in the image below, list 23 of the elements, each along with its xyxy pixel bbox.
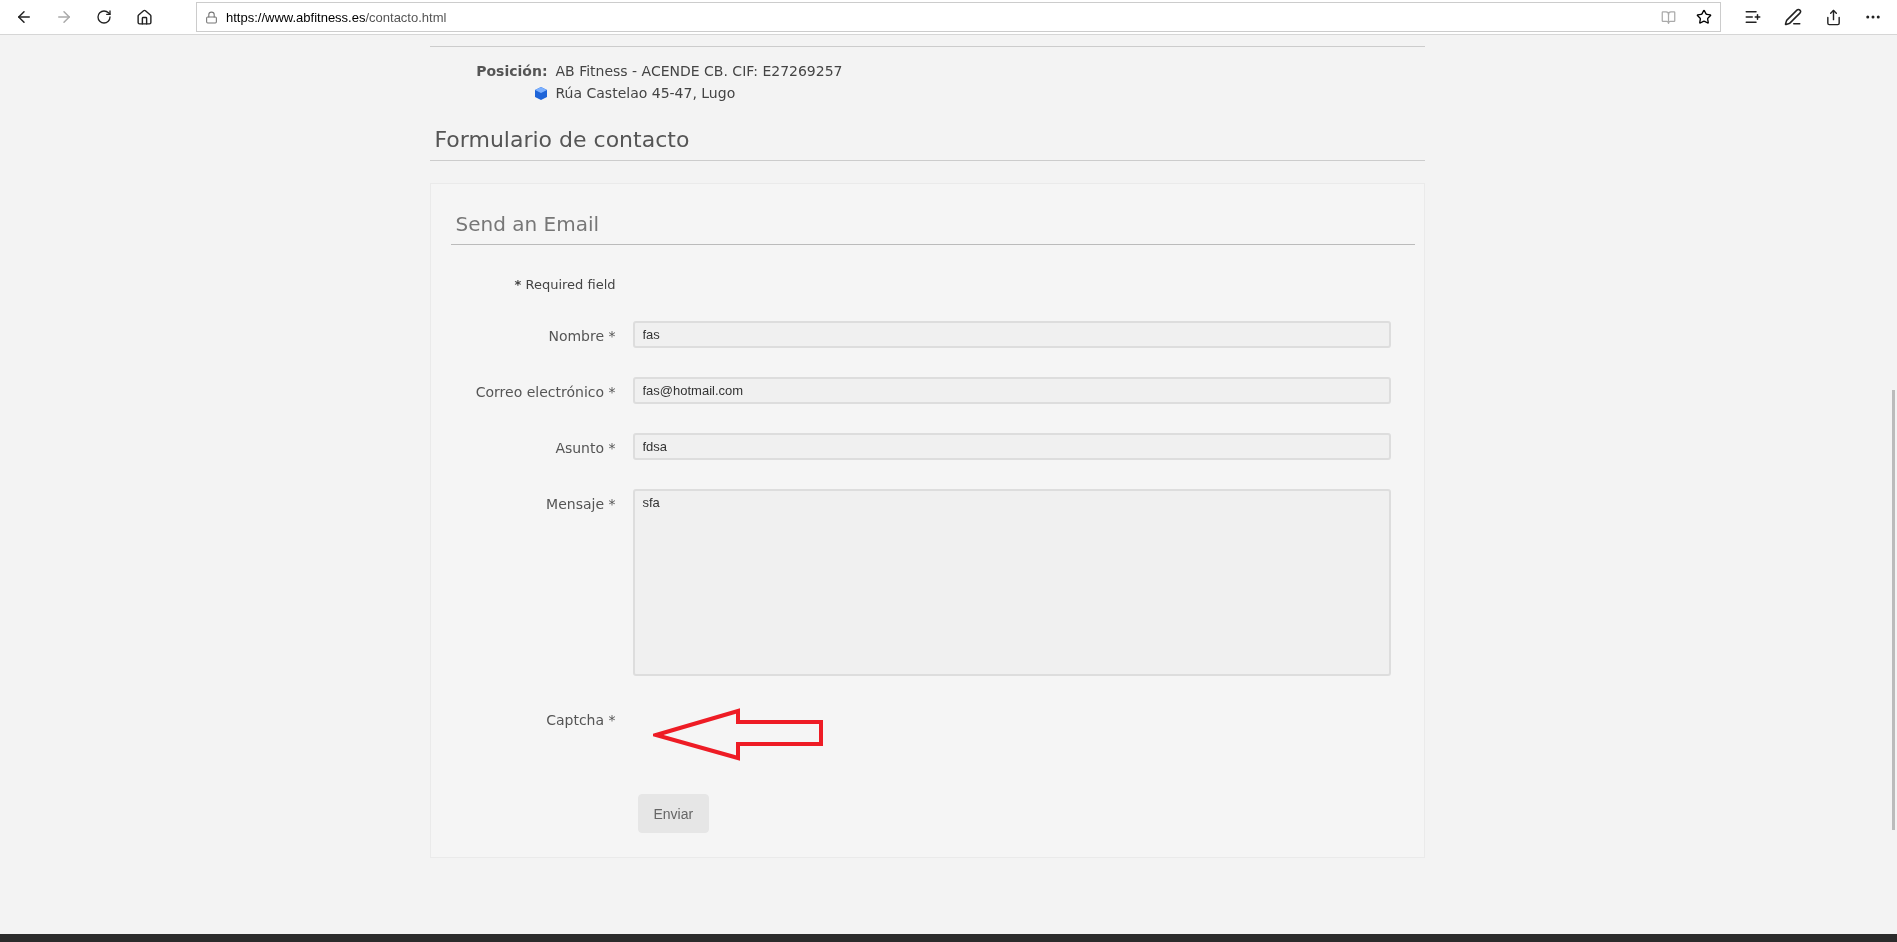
- field-label: Correo electrónico *: [474, 383, 616, 400]
- lock-icon: [205, 10, 218, 24]
- forward-arrow-icon: [55, 8, 73, 26]
- info-label: Posición:: [475, 63, 548, 79]
- text-field[interactable]: fdsa: [632, 433, 1391, 460]
- company-info: AB Fitness - ACENDE CB. CIF: E27269257: [555, 63, 844, 79]
- scrollbar-thumb[interactable]: [1892, 390, 1895, 830]
- text-field[interactable]: fas: [632, 321, 1391, 348]
- refresh-icon: [96, 9, 112, 25]
- field-label: Asunto *: [554, 439, 616, 456]
- star-icon[interactable]: [1696, 9, 1712, 25]
- address-text: Rúa Castelao 45-47, Lugo: [555, 85, 736, 101]
- text-field[interactable]: fas@hotmail.com: [632, 377, 1391, 404]
- home-icon: [135, 8, 153, 26]
- field-label: Nombre *: [547, 327, 616, 344]
- section-heading: Formulario de contacto: [429, 101, 1425, 161]
- cube-icon: [533, 85, 548, 101]
- field-label: Mensaje *: [545, 495, 616, 512]
- message-field[interactable]: sfa: [632, 489, 1391, 676]
- field-label: Captcha *: [545, 711, 616, 728]
- send-button[interactable]: Enviar: [637, 794, 710, 833]
- required-note: * Required field: [513, 277, 616, 292]
- form-heading: Send an Email: [450, 212, 1415, 245]
